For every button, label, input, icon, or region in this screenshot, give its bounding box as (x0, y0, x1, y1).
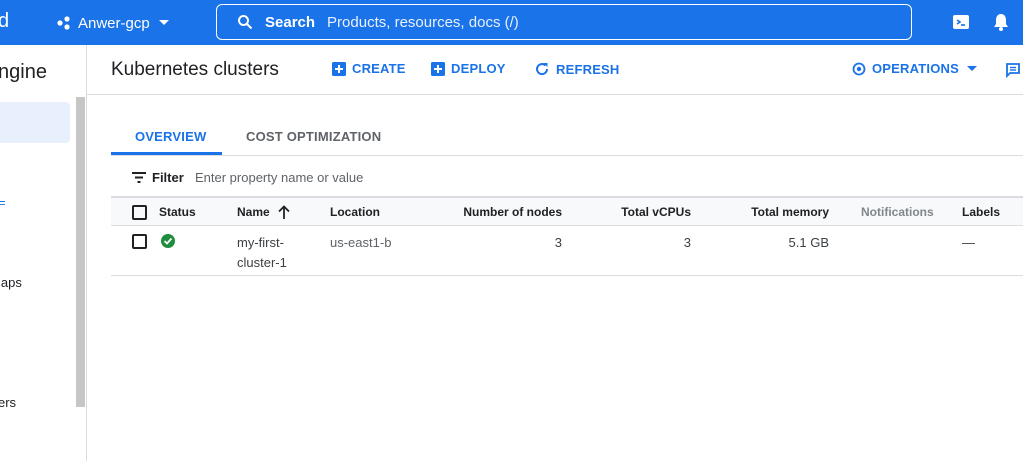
select-all-checkbox[interactable] (132, 205, 147, 220)
chevron-down-icon (967, 65, 977, 71)
operations-button[interactable]: OPERATIONS (852, 61, 983, 76)
filter-bar[interactable]: Filter Enter property name or value (111, 157, 1023, 197)
cluster-name-link[interactable]: my-first- cluster-1 (237, 233, 287, 273)
sidebar-item-config-maps[interactable]: laps (0, 275, 22, 290)
cluster-location: us-east1-b (330, 235, 392, 250)
tab-cost-optimization[interactable]: COST OPTIMIZATION (246, 129, 381, 144)
sidebar-item-clusters-active[interactable] (0, 102, 70, 143)
table-row[interactable]: my-first- cluster-1 us-east1-b 3 3 5.1 G… (111, 227, 1023, 276)
page-title: Kubernetes clusters (111, 59, 279, 80)
chevron-down-icon (158, 20, 169, 25)
side-navigation: ngine = laps ers (0, 45, 87, 461)
project-selector[interactable]: Anwer-gcp (56, 11, 176, 35)
top-app-bar: d Anwer-gcp Search Products, resources, … (0, 0, 1023, 45)
page-header: Kubernetes clusters CREATE DEPLOY REFRES… (87, 45, 1023, 95)
create-button[interactable]: CREATE (332, 61, 406, 76)
filter-icon (132, 172, 146, 183)
column-header-status[interactable]: Status (159, 205, 196, 219)
filter-input[interactable]: Enter property name or value (195, 170, 363, 185)
tab-bar: OVERVIEW COST OPTIMIZATION (111, 120, 1023, 156)
cloud-shell-icon[interactable] (951, 12, 971, 32)
cluster-labels: — (962, 235, 975, 250)
sidebar-item-clusters[interactable]: ers (0, 395, 16, 410)
refresh-label: REFRESH (556, 61, 620, 77)
cluster-name-line-1: my-first- (237, 235, 284, 250)
column-header-notifications: Notifications (861, 205, 934, 219)
active-tab-indicator (111, 152, 222, 155)
column-header-nodes[interactable]: Number of nodes (463, 205, 562, 219)
search-label: Search (265, 13, 316, 31)
search-bar[interactable]: Search Products, resources, docs (/) (216, 4, 912, 40)
operations-label: OPERATIONS (872, 61, 959, 76)
sidebar-title-fragment: ngine (0, 61, 47, 83)
project-name: Anwer-gcp (78, 14, 150, 32)
add-box-icon (431, 61, 445, 76)
sort-arrow-up-icon[interactable] (278, 205, 290, 219)
notifications-bell-icon[interactable] (991, 12, 1011, 32)
operations-icon (852, 62, 866, 75)
refresh-icon (536, 63, 549, 76)
search-icon (238, 15, 253, 30)
create-label: CREATE (352, 61, 406, 76)
column-header-labels: Labels (962, 205, 1001, 219)
refresh-button[interactable]: REFRESH (534, 61, 620, 77)
tab-overview[interactable]: OVERVIEW (135, 129, 206, 144)
check-circle-icon (161, 234, 175, 248)
cluster-memory: 5.1 GB (788, 235, 829, 250)
table-header: Status Name Location Number of nodes Tot… (111, 197, 1023, 226)
cluster-name-line-2: cluster-1 (237, 255, 287, 270)
sidebar-item-fragment[interactable]: = (0, 195, 6, 210)
feedback-icon[interactable] (1005, 62, 1021, 78)
deploy-button[interactable]: DEPLOY (431, 61, 506, 76)
column-header-vcpus[interactable]: Total vCPUs (621, 205, 691, 219)
project-icon (57, 16, 70, 30)
cluster-node-count: 3 (554, 235, 562, 250)
column-header-name[interactable]: Name (237, 205, 270, 219)
product-name-fragment: d (0, 10, 10, 32)
column-header-location[interactable]: Location (330, 205, 380, 219)
deploy-label: DEPLOY (451, 61, 506, 76)
cluster-vcpus: 3 (683, 235, 691, 250)
search-placeholder: Products, resources, docs (/) (327, 13, 519, 31)
row-checkbox[interactable] (132, 234, 147, 249)
column-header-memory[interactable]: Total memory (751, 205, 829, 219)
filter-label: Filter (152, 170, 184, 185)
add-box-icon (332, 61, 346, 76)
sidebar-scrollbar[interactable] (76, 97, 85, 407)
